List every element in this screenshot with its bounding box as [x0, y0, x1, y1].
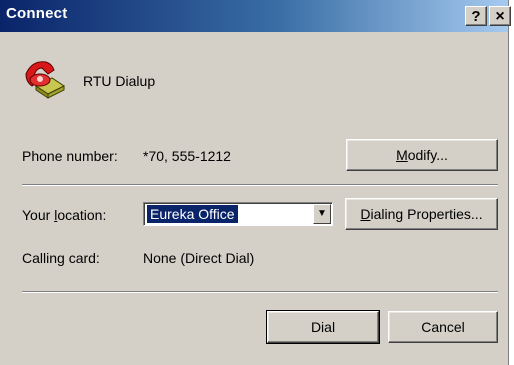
- dial-button[interactable]: Dial: [266, 310, 380, 344]
- cancel-button[interactable]: Cancel: [388, 311, 498, 343]
- dialing-properties-button[interactable]: Dialing Properties...: [345, 198, 498, 230]
- help-button[interactable]: ?: [465, 6, 487, 26]
- phone-number-label: Phone number:: [22, 148, 118, 164]
- title-bar[interactable]: Connect ? ×: [0, 0, 511, 32]
- location-label: Your location:: [22, 207, 107, 223]
- close-button[interactable]: ×: [489, 6, 511, 26]
- phone-number-value: *70, 555-1212: [143, 148, 231, 164]
- modify-button[interactable]: Modify...: [346, 139, 498, 171]
- location-selected-value[interactable]: Eureka Office: [147, 205, 238, 223]
- calling-card-label: Calling card:: [22, 250, 100, 266]
- phone-modem-icon: [25, 61, 65, 99]
- window-title: Connect: [6, 5, 68, 22]
- calling-card-value: None (Direct Dial): [143, 250, 255, 266]
- location-combobox[interactable]: Eureka Office ▼: [143, 202, 333, 226]
- separator-bottom: [22, 291, 498, 293]
- chevron-down-icon[interactable]: ▼: [313, 204, 331, 224]
- connect-dialog: Connect ? × RTU Dialup Phone number: *70…: [0, 0, 511, 365]
- separator-top: [22, 184, 498, 186]
- connection-name: RTU Dialup: [83, 73, 156, 89]
